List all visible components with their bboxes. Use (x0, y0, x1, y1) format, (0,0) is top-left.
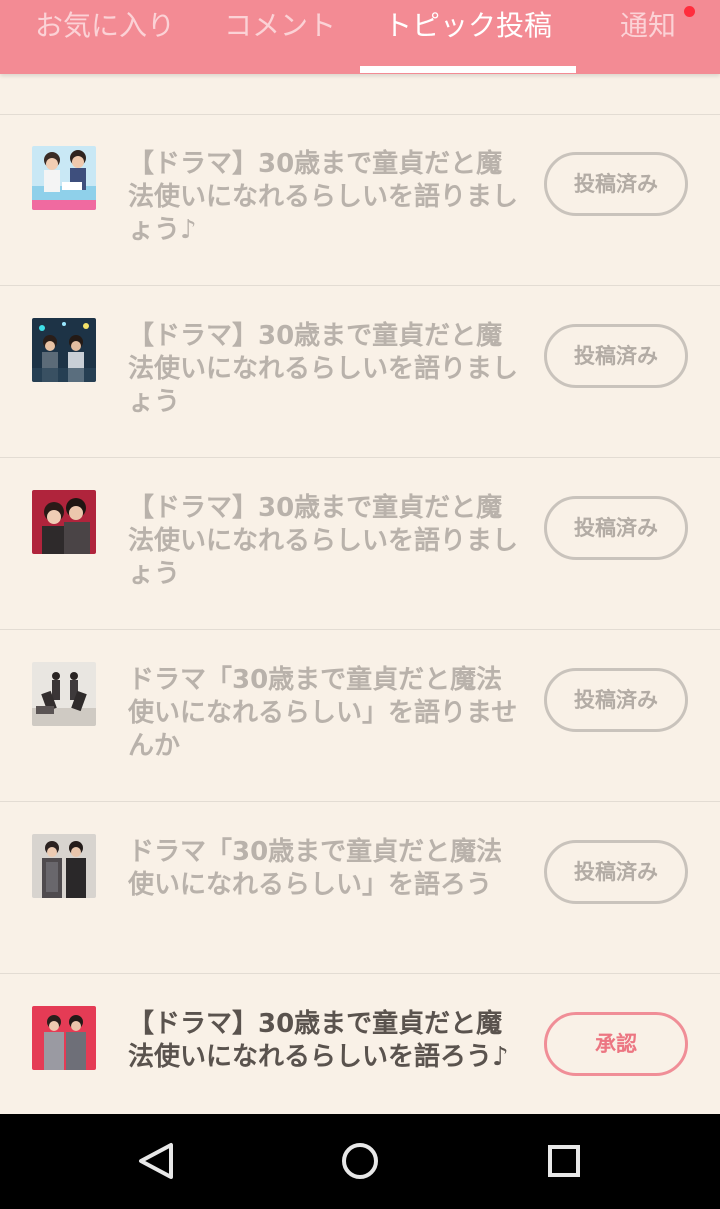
tab-favorites[interactable]: お気に入り (18, 0, 192, 74)
topic-title: 【ドラマ】30歳まで童貞だと魔法使いになれるらしいを語ろう♪ (128, 1009, 509, 1072)
system-navigation-bar (0, 1114, 720, 1209)
topic-title: 【ドラマ】30歳まで童貞だと魔法使いになれるらしいを語りましょう (128, 493, 519, 589)
posted-status-button[interactable]: 投稿済み (544, 324, 688, 388)
posted-status-button[interactable]: 投稿済み (544, 496, 688, 560)
list-item[interactable]: ドラマ「30歳まで童貞だと魔法使いになれるらしい」を語ろう 投稿済み (0, 802, 720, 974)
list-item[interactable]: ドラマ「30歳まで童貞だと魔法使いになれるらしい」を語りませんか 投稿済み (0, 630, 720, 802)
list-item[interactable]: 【ドラマ】30歳まで童貞だと魔法使いになれるらしいを語りましょう 投稿済み (0, 286, 720, 458)
thumbnail-image (32, 490, 96, 554)
back-icon[interactable] (131, 1136, 181, 1186)
recents-icon[interactable] (539, 1136, 589, 1186)
topic-title: ドラマ「30歳まで童貞だと魔法使いになれるらしい」を語ろう (128, 837, 503, 900)
notification-badge (684, 6, 695, 17)
thumbnail-image (32, 318, 96, 382)
thumbnail-image (32, 146, 96, 210)
list-item[interactable]: 【ドラマ】30歳まで童貞だと魔法使いになれるらしいを語ろう♪ 承認 (0, 974, 720, 1114)
previous-list-item (0, 74, 720, 115)
posted-status-button[interactable]: 投稿済み (544, 668, 688, 732)
tab-comments[interactable]: コメント (206, 0, 354, 74)
topic-title: 【ドラマ】30歳まで童貞だと魔法使いになれるらしいを語りましょう (128, 321, 519, 417)
thumbnail-image (32, 662, 96, 726)
list-item[interactable]: 【ドラマ】30歳まで童貞だと魔法使いになれるらしいを語りましょう♪ 投稿済み (0, 114, 720, 286)
thumbnail-image (32, 1006, 96, 1070)
tab-topic-posts[interactable]: トピック投稿 (360, 0, 576, 74)
tab-notifications[interactable]: 通知 (598, 0, 698, 74)
topic-title: 【ドラマ】30歳まで童貞だと魔法使いになれるらしいを語りましょう♪ (128, 149, 519, 245)
topic-post-list[interactable]: 【ドラマ】30歳まで童貞だと魔法使いになれるらしいを語りましょう♪ 投稿済み 【… (0, 74, 720, 1114)
home-icon[interactable] (335, 1136, 385, 1186)
active-tab-indicator (360, 66, 576, 73)
thumbnail-image (32, 834, 96, 898)
topic-title: ドラマ「30歳まで童貞だと魔法使いになれるらしい」を語りませんか (128, 665, 518, 761)
posted-status-button[interactable]: 投稿済み (544, 840, 688, 904)
list-item[interactable]: 【ドラマ】30歳まで童貞だと魔法使いになれるらしいを語りましょう 投稿済み (0, 458, 720, 630)
posted-status-button[interactable]: 投稿済み (544, 152, 688, 216)
approve-button[interactable]: 承認 (544, 1012, 688, 1076)
tab-bar: お気に入り コメント トピック投稿 通知 (0, 0, 720, 74)
